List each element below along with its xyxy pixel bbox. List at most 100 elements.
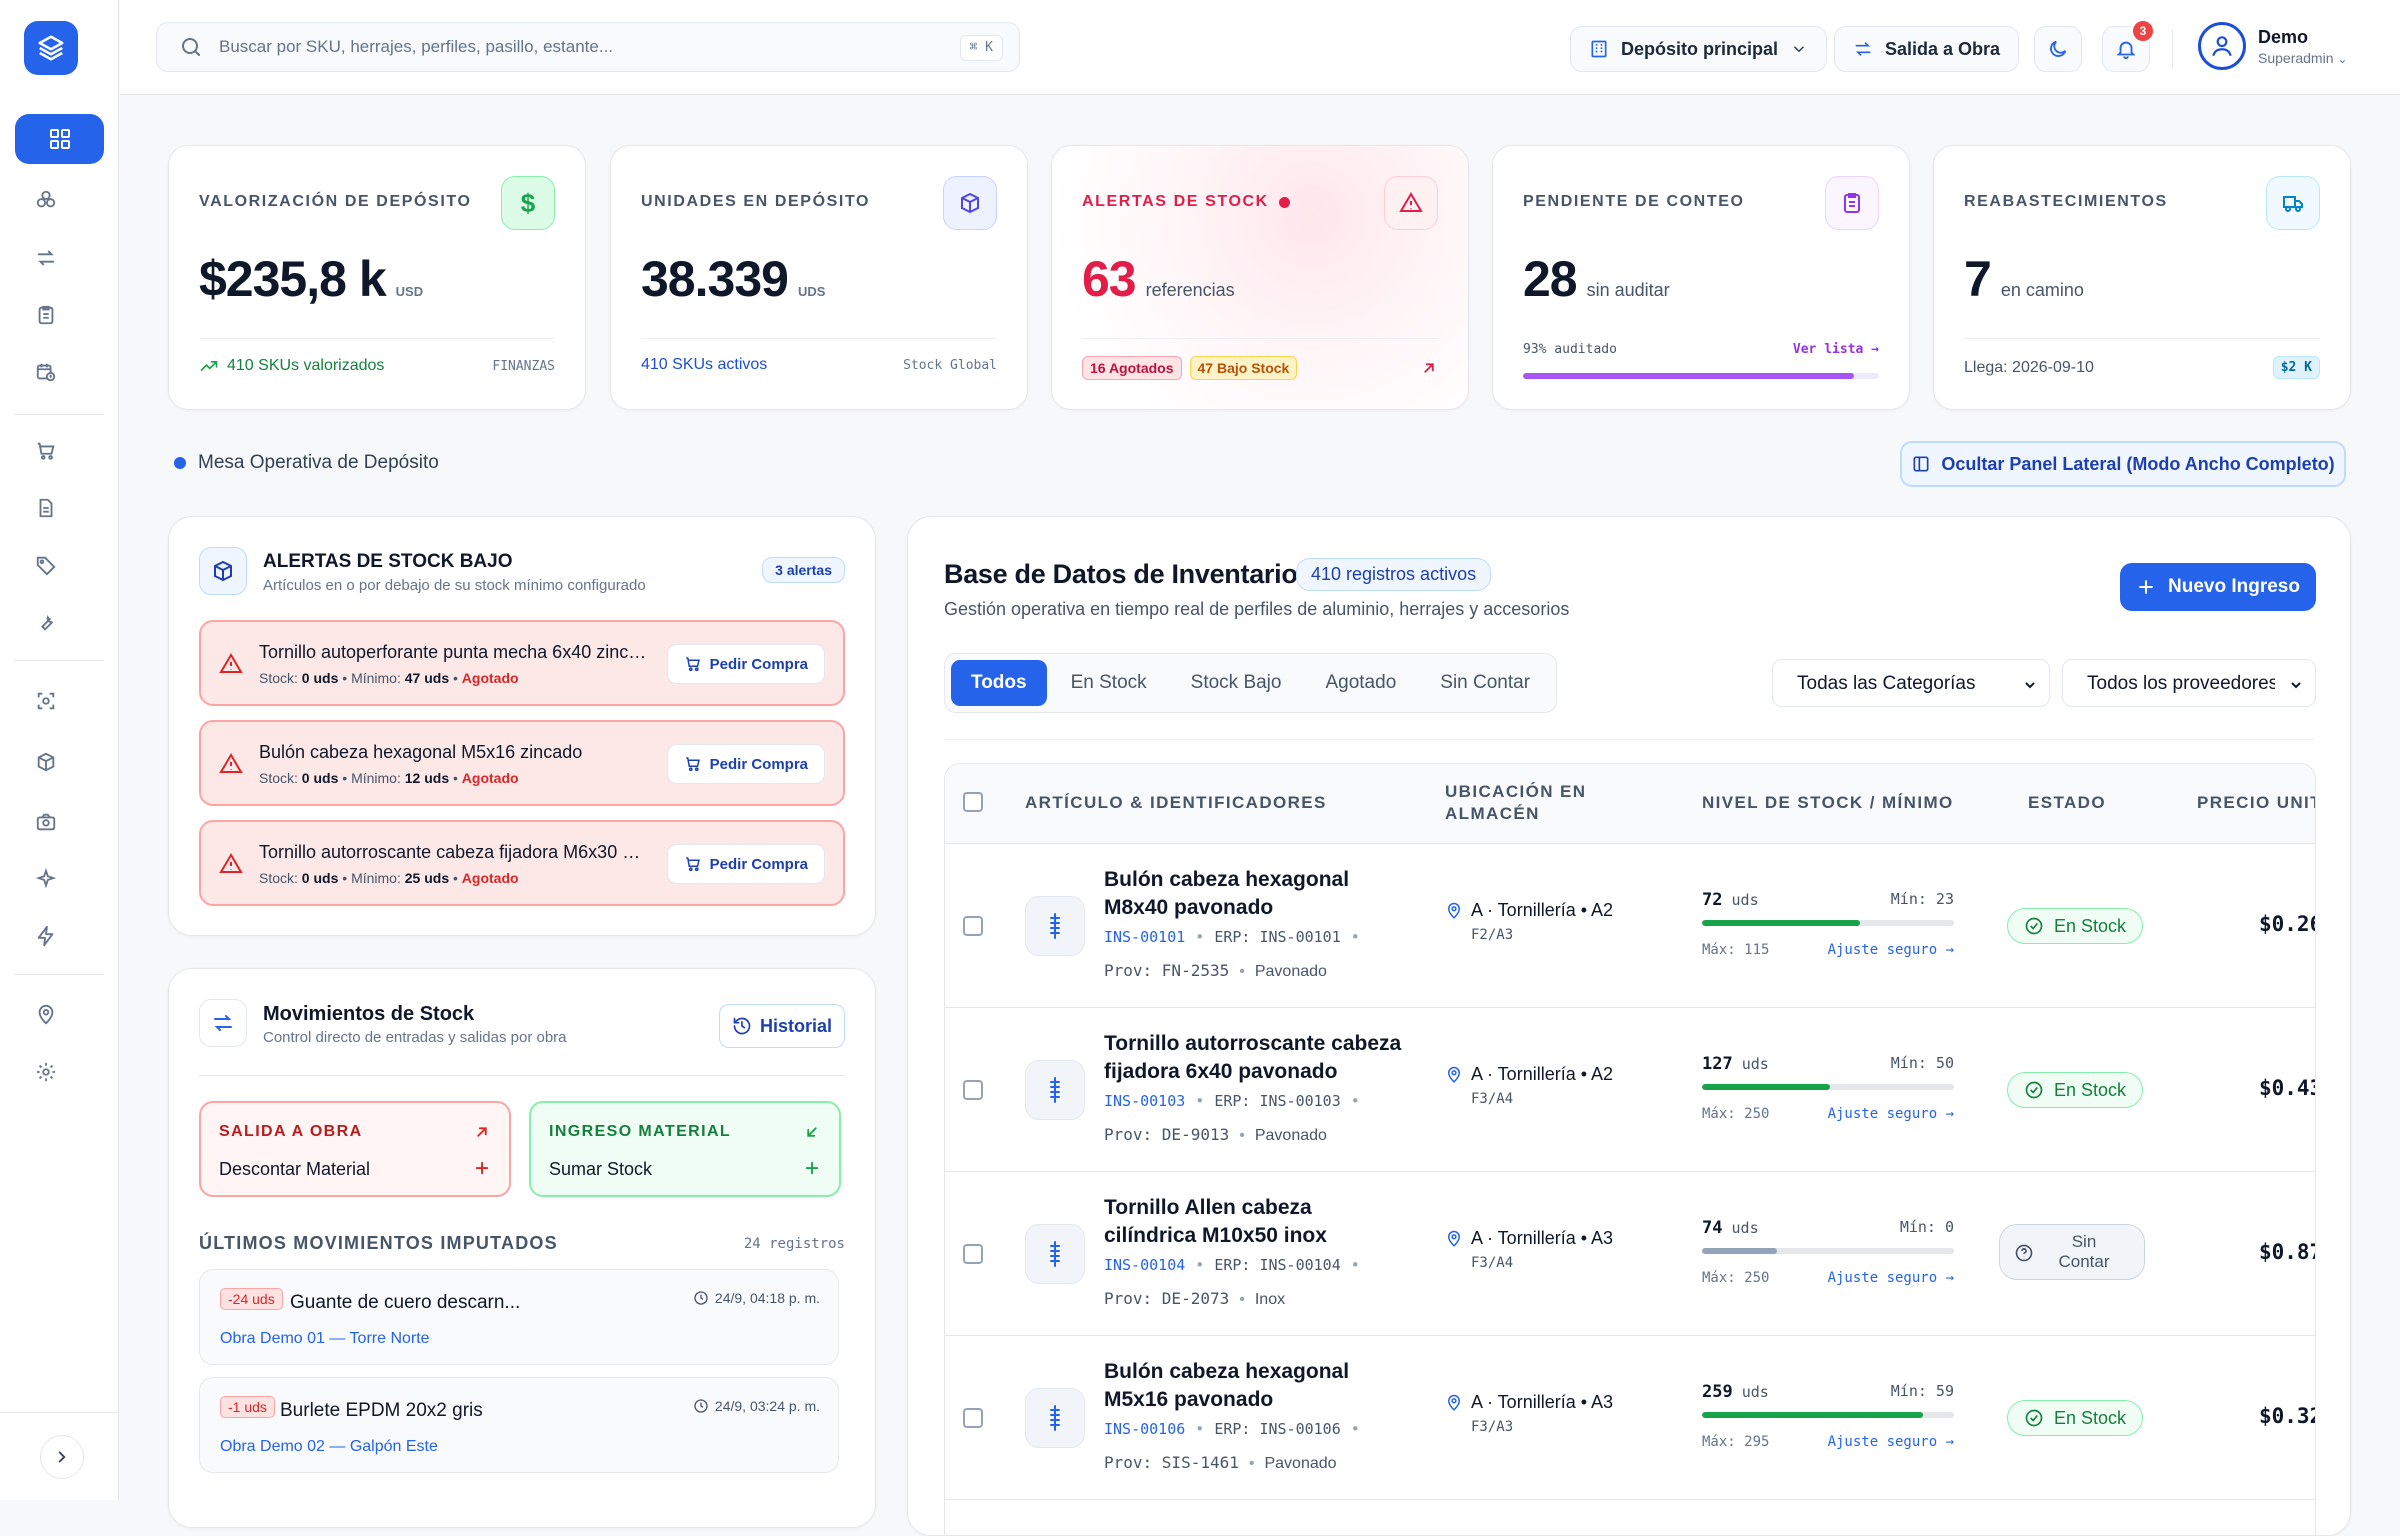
row-checkbox[interactable] <box>963 916 983 936</box>
search-input[interactable] <box>219 37 899 57</box>
dashboard-icon <box>49 129 70 149</box>
history-button[interactable]: Historial <box>718 1004 845 1048</box>
nav-schedule[interactable] <box>28 354 64 390</box>
card-action: Descontar Material <box>219 1159 371 1179</box>
col-stock[interactable]: NIVEL DE STOCK / MÍNIMO <box>1702 793 1954 813</box>
modules-icon <box>36 190 56 208</box>
table-row[interactable]: Bulón cabeza hexagonal M5x16 pavonado INS… <box>945 1336 2315 1500</box>
low-stock-tag: 47 Bajo Stock <box>1189 356 1298 380</box>
clipboard-icon <box>1825 176 1879 230</box>
safe-adjust-link[interactable]: Ajuste seguro → <box>1828 1270 1954 1286</box>
nav-products[interactable] <box>28 744 64 780</box>
article-name[interactable]: Tornillo autorroscante cabeza fijadora 6… <box>1104 1030 1404 1086</box>
plus-icon <box>2139 580 2153 594</box>
user-menu[interactable]: Demo Superadmin ⌄ <box>2198 22 2347 70</box>
tab-en-stock[interactable]: En Stock <box>1051 660 1167 706</box>
tab-agotado[interactable]: Agotado <box>1305 660 1416 706</box>
arrow-down-left-icon <box>807 1127 817 1137</box>
app-logo[interactable] <box>24 21 78 75</box>
order-purchase-button[interactable]: Pedir Compra <box>666 644 825 684</box>
table-row[interactable]: Bulón cabeza hexagonal M8x40 pavonado INS… <box>945 844 2316 1008</box>
exit-to-site-card[interactable]: SALIDA A OBRA Descontar Material <box>199 1101 511 1197</box>
nav-prices[interactable] <box>28 547 64 583</box>
alert-item-name: Tornillo autoperforante punta mecha 6x40… <box>259 642 649 662</box>
col-price[interactable]: PRECIO UNIT. <box>2197 793 2315 813</box>
stock-cell: 127 uds Mín: 50 Máx: 250 Ajuste seguro → <box>1702 1054 1954 1122</box>
sidebar-panel-icon <box>1913 456 1929 472</box>
table-row[interactable]: Tornillo autorroscante cabeza fijadora 6… <box>945 1008 2315 1172</box>
tab-stock-bajo[interactable]: Stock Bajo <box>1171 660 1302 706</box>
article-name[interactable]: Bulón cabeza hexagonal M8x40 pavonado <box>1104 866 1404 922</box>
kpi-valuation[interactable]: VALORIZACIÓN DE DEPÓSITO $ $235,8 k USD 4… <box>168 145 586 410</box>
nav-dashboard[interactable] <box>15 114 104 164</box>
tab-sin-contar[interactable]: Sin Contar <box>1420 660 1550 706</box>
nav-counts[interactable] <box>28 297 64 333</box>
row-checkbox[interactable] <box>963 1408 983 1428</box>
wrench-icon <box>41 614 54 631</box>
nav-documents[interactable] <box>28 490 64 526</box>
unit-price: $0.26 <box>2259 912 2316 936</box>
table-row[interactable]: Tornillo Allen cabeza cilíndrica M10x50 … <box>945 1172 2316 1336</box>
article-name[interactable]: Tornillo Allen cabeza cilíndrica M10x50 … <box>1104 1194 1404 1250</box>
safe-adjust-link[interactable]: Ajuste seguro → <box>1828 1434 1954 1450</box>
location-cell: A · Tornillería • A2 F3/A4 <box>1445 1064 1613 1107</box>
warning-icon <box>1384 176 1438 230</box>
order-purchase-button[interactable]: Pedir Compra <box>666 744 825 784</box>
row-checkbox[interactable] <box>963 1080 983 1100</box>
safe-adjust-link[interactable]: Ajuste seguro → <box>1828 1106 1954 1122</box>
article-provider: Prov: FN-2535 • Pavonado <box>1104 961 1327 980</box>
nav-modules[interactable] <box>28 182 64 218</box>
see-list-link[interactable]: Ver lista → <box>1793 342 1879 357</box>
tab-todos[interactable]: Todos <box>951 660 1047 706</box>
movement-site-link[interactable]: Obra Demo 01 — Torre Norte <box>220 1330 430 1348</box>
search-box[interactable]: ⌘ K <box>156 22 1020 72</box>
movement-row[interactable]: -24 uds Guante de cuero descarn... 24/9, 0… <box>199 1269 839 1365</box>
kpi-value: 7 <box>1964 251 1992 307</box>
movement-row[interactable]: -1 uds Burlete EPDM 20x2 gris 24/9, 03:24 … <box>199 1377 839 1473</box>
movement-site-link[interactable]: Obra Demo 02 — Galpón Este <box>220 1438 438 1456</box>
nav-automations[interactable] <box>28 918 64 954</box>
nav-scan[interactable] <box>28 683 64 719</box>
card-label: SALIDA A OBRA <box>219 1123 363 1140</box>
supplier-filter[interactable]: Todos los proveedores <box>2062 659 2316 707</box>
select-all-checkbox[interactable] <box>963 792 983 812</box>
transfer-icon <box>37 250 55 266</box>
nav-transfers[interactable] <box>28 240 64 276</box>
hide-side-panel-button[interactable]: Ocultar Panel Lateral (Modo Ancho Comple… <box>1900 441 2346 487</box>
kpi-units[interactable]: UNIDADES EN DEPÓSITO 38.339 UDS 410 SKUs … <box>610 145 1028 410</box>
nav-settings[interactable] <box>28 1054 64 1090</box>
kpi-restock[interactable]: REABASTECIMIENTOS 7 en camino Llega: 2026… <box>1933 145 2351 410</box>
order-purchase-button[interactable]: Pedir Compra <box>666 844 825 884</box>
notifications-button[interactable]: 3 <box>2102 19 2155 72</box>
material-entry-card[interactable]: INGRESO MATERIAL Sumar Stock <box>529 1101 841 1197</box>
col-status[interactable]: ESTADO <box>2028 793 2106 813</box>
screw-icon <box>1025 896 1085 956</box>
unit-price: $0.87 <box>2259 1240 2316 1264</box>
arrow-up-right-icon[interactable] <box>1420 359 1438 377</box>
map-pin-icon <box>1447 1066 1461 1083</box>
col-article[interactable]: ARTÍCULO & IDENTIFICADORES <box>1025 793 1327 813</box>
nav-tools[interactable] <box>28 604 64 640</box>
new-entry-button[interactable]: Nuevo Ingreso <box>2120 563 2316 611</box>
out-of-stock-tag: 16 Agotados <box>1082 356 1182 380</box>
article-name[interactable]: Bulón cabeza hexagonal M5x16 pavonado <box>1104 1358 1404 1414</box>
nav-camera[interactable] <box>28 804 64 840</box>
category-filter[interactable]: Todas las Categorías <box>1772 659 2050 707</box>
nav-locations[interactable] <box>28 997 64 1033</box>
row-checkbox[interactable] <box>963 1244 983 1264</box>
kpi-unit: en camino <box>2000 280 2084 300</box>
live-dot <box>1278 196 1290 208</box>
nav-ai[interactable] <box>28 861 64 897</box>
warehouse-selector[interactable]: Depósito principal <box>1570 26 1828 72</box>
stock-level-bar <box>1702 1412 1954 1418</box>
col-location[interactable]: UBICACIÓN EN ALMACÉN <box>1445 781 1605 825</box>
expand-sidebar-button[interactable] <box>40 1435 84 1479</box>
clipboard-icon <box>38 305 54 325</box>
safe-adjust-link[interactable]: Ajuste seguro → <box>1828 942 1954 958</box>
nav-purchases[interactable] <box>28 433 64 469</box>
section-label: Mesa Operativa de Depósito <box>198 452 439 473</box>
kpi-pending-count[interactable]: PENDIENTE DE CONTEO 28 sin auditar 93% au… <box>1492 145 1910 410</box>
kpi-stock-alerts[interactable]: ALERTAS DE STOCK 63 referencias 16 Agotad… <box>1051 145 1469 410</box>
theme-toggle[interactable] <box>2034 26 2082 72</box>
exit-to-site-button[interactable]: Salida a Obra <box>1834 26 2020 72</box>
